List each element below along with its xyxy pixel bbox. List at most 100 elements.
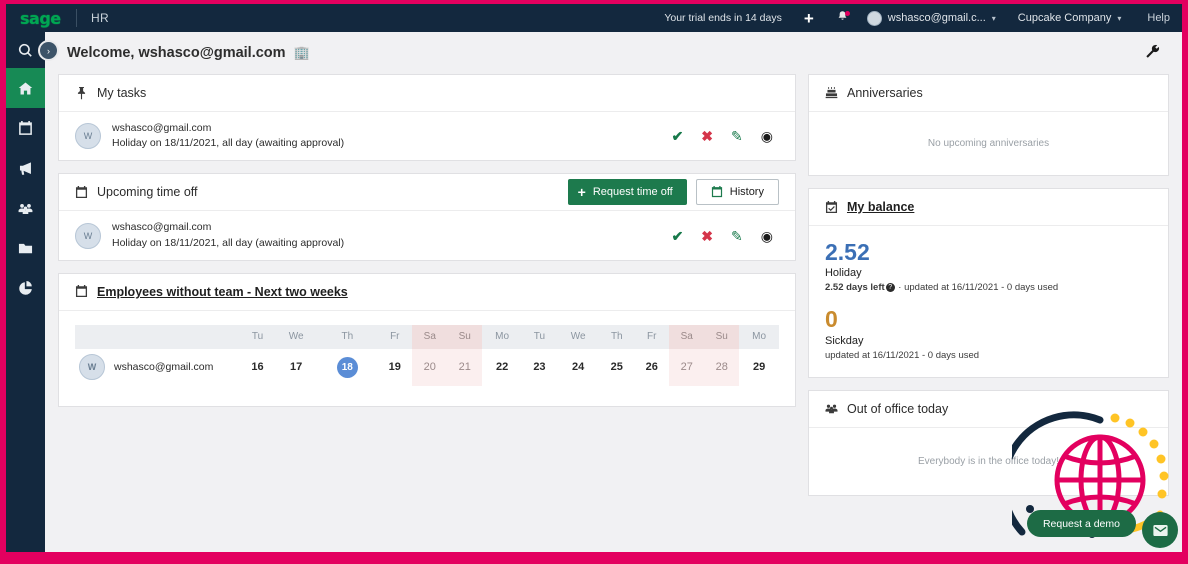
history-label: History bbox=[729, 186, 764, 199]
add-icon[interactable]: + bbox=[804, 10, 814, 27]
left-sidebar bbox=[6, 32, 45, 552]
calendar-day-cell[interactable]: 22 bbox=[482, 349, 522, 386]
sidebar-item-calendar[interactable] bbox=[6, 108, 45, 148]
approve-icon[interactable]: ✔ bbox=[672, 229, 684, 243]
welcome-bar: Welcome, wshasco@gmail.com 🏢 bbox=[45, 32, 1182, 74]
calendar-day-cell[interactable]: 20 bbox=[412, 348, 448, 386]
calendar-day-header: Sa bbox=[412, 324, 448, 349]
calendar-day-cell[interactable]: 23 bbox=[522, 349, 557, 386]
calendar-day-header: We bbox=[556, 324, 600, 349]
people-icon bbox=[825, 402, 843, 415]
history-button[interactable]: History bbox=[695, 179, 779, 206]
my-balance-title[interactable]: My balance bbox=[847, 200, 914, 214]
bell-glyph bbox=[838, 11, 847, 20]
my-tasks-title: My tasks bbox=[97, 86, 147, 100]
sidebar-expand-button[interactable]: › bbox=[38, 40, 59, 61]
chevron-down-icon: ▾ bbox=[1117, 13, 1122, 23]
calendar-icon bbox=[19, 120, 32, 135]
task-detail: Holiday on 18/11/2021, all day (awaiting… bbox=[112, 236, 345, 249]
calendar-body: Wwshasco@gmail.com 16 17 18 19 20 21 22 23 24 25 26… bbox=[75, 348, 779, 386]
topbar-right-group: Your trial ends in 14 days + wshasco@gma… bbox=[664, 10, 1182, 27]
megaphone-icon bbox=[19, 161, 31, 175]
view-icon[interactable]: ◉ bbox=[761, 229, 773, 243]
calendar-check-icon bbox=[825, 200, 843, 214]
calendar-day-cell[interactable]: 27 bbox=[669, 348, 705, 386]
chat-envelope-icon bbox=[1152, 524, 1168, 536]
calendar-day-cell[interactable]: 28 bbox=[704, 348, 740, 386]
approve-icon[interactable]: ✔ bbox=[672, 129, 684, 143]
calendar-day-header: Th bbox=[599, 324, 635, 349]
calendar-day-header: Tu bbox=[240, 324, 275, 349]
calendar-day-cell[interactable]: 24 bbox=[557, 349, 599, 386]
calendar-header: Tu We Th Fr Sa Su Mo Tu We Th Fr Sa Su Mo bbox=[75, 324, 779, 349]
sidebar-item-reports[interactable] bbox=[6, 268, 45, 308]
today-marker: 18 bbox=[336, 356, 358, 378]
anniversaries-empty-message: No upcoming anniversaries bbox=[927, 138, 1050, 149]
calendar-day-cell[interactable]: 29 bbox=[739, 349, 779, 386]
user-menu[interactable]: wshasco@gmail.c... ▾ bbox=[866, 10, 996, 26]
anniversaries-card: Anniversaries No upcoming anniversaries bbox=[807, 74, 1169, 176]
edit-icon[interactable]: ✎ bbox=[731, 129, 743, 143]
calendar-header-row: Tu We Th Fr Sa Su Mo Tu We Th Fr Sa Su Mo bbox=[75, 324, 779, 349]
employee-name: wshasco@gmail.com bbox=[114, 361, 214, 374]
calendar-day-header: We bbox=[274, 324, 318, 349]
calendar-day-cell[interactable]: 25 bbox=[599, 349, 634, 386]
my-balance-card: My balance 2.52 Holiday 2.52 days left? … bbox=[807, 188, 1169, 378]
page-title: Welcome, wshasco@gmail.com bbox=[67, 45, 286, 61]
right-column: Anniversaries No upcoming anniversaries … bbox=[807, 74, 1169, 508]
help-icon[interactable]: ? bbox=[885, 283, 895, 293]
employees-without-team-title[interactable]: Employees without team - Next two weeks bbox=[97, 285, 348, 299]
calendar-day-cell[interactable]: 21 bbox=[447, 348, 483, 386]
sidebar-item-home[interactable] bbox=[6, 68, 45, 108]
company-menu[interactable]: Cupcake Company ▾ bbox=[1018, 12, 1122, 24]
notification-bell-icon[interactable] bbox=[836, 10, 850, 26]
reject-icon[interactable]: ✖ bbox=[701, 129, 713, 143]
calendar-day-header: Mo bbox=[482, 324, 522, 349]
people-glyph bbox=[825, 404, 838, 414]
sidebar-item-documents[interactable] bbox=[6, 228, 45, 268]
calendar-employee-row: Wwshasco@gmail.com 16 17 18 19 20 21 22 23 24 25 26… bbox=[75, 348, 779, 386]
calendar-day-cell[interactable]: 26 bbox=[634, 349, 669, 386]
calendar-day-header: Fr bbox=[634, 324, 670, 349]
balance-updated-text: updated at 16/11/2021 - 0 days used bbox=[824, 349, 980, 361]
balance-label: Holiday bbox=[824, 267, 862, 280]
calendar-day-cell[interactable]: 16 bbox=[240, 349, 275, 386]
calendar-day-cell[interactable]: 18 bbox=[317, 349, 377, 386]
calendar-check-glyph bbox=[825, 200, 838, 213]
chat-widget-button[interactable] bbox=[1142, 512, 1178, 548]
cake-glyph bbox=[825, 86, 838, 98]
app-frame: sage HR Your trial ends in 14 days + wsh… bbox=[6, 4, 1182, 552]
balance-sub: 2.52 days left? · updated at 16/11/2021 … bbox=[825, 282, 1152, 293]
upcoming-time-off-card: Upcoming time off + Request time off His… bbox=[58, 173, 796, 261]
calendar-day-cell[interactable]: 17 bbox=[275, 349, 317, 386]
my-balance-header: My balance bbox=[808, 189, 1168, 226]
task-actions: ✔ ✖ ✎ ◉ bbox=[672, 129, 779, 143]
wrench-glyph bbox=[1146, 44, 1160, 58]
out-of-office-title: Out of office today bbox=[846, 401, 949, 416]
product-label: HR bbox=[91, 11, 109, 25]
settings-wrench-icon[interactable] bbox=[1145, 44, 1160, 63]
sidebar-item-announcements[interactable] bbox=[6, 148, 45, 188]
calendar-icon bbox=[711, 186, 722, 198]
calendar-day-header: Th bbox=[317, 324, 378, 349]
reject-icon[interactable]: ✖ bbox=[701, 229, 713, 243]
pin-icon bbox=[75, 86, 93, 100]
help-link[interactable]: Help bbox=[1147, 12, 1170, 24]
sage-logo[interactable]: sage bbox=[20, 9, 72, 28]
sidebar-item-people[interactable] bbox=[6, 188, 45, 228]
request-a-demo-button[interactable]: Request a demo bbox=[1026, 510, 1136, 537]
people-icon bbox=[18, 203, 33, 214]
calendar-name-column-header bbox=[75, 324, 240, 349]
avatar: W bbox=[79, 354, 105, 381]
employee-identity: Wwshasco@gmail.com bbox=[79, 354, 240, 381]
calendar-icon bbox=[75, 285, 93, 298]
view-icon[interactable]: ◉ bbox=[761, 129, 773, 143]
trial-status-text: Your trial ends in 14 days bbox=[664, 12, 782, 24]
calendar-day-cell[interactable]: 19 bbox=[377, 349, 412, 386]
edit-icon[interactable]: ✎ bbox=[731, 229, 743, 243]
calendar-employee-name-cell: Wwshasco@gmail.com bbox=[75, 349, 240, 386]
request-time-off-button[interactable]: + Request time off bbox=[567, 179, 687, 206]
upcoming-time-off-title: Upcoming time off bbox=[97, 185, 198, 200]
task-actions: ✔ ✖ ✎ ◉ bbox=[672, 229, 779, 243]
chevron-down-icon: ▾ bbox=[991, 13, 996, 23]
